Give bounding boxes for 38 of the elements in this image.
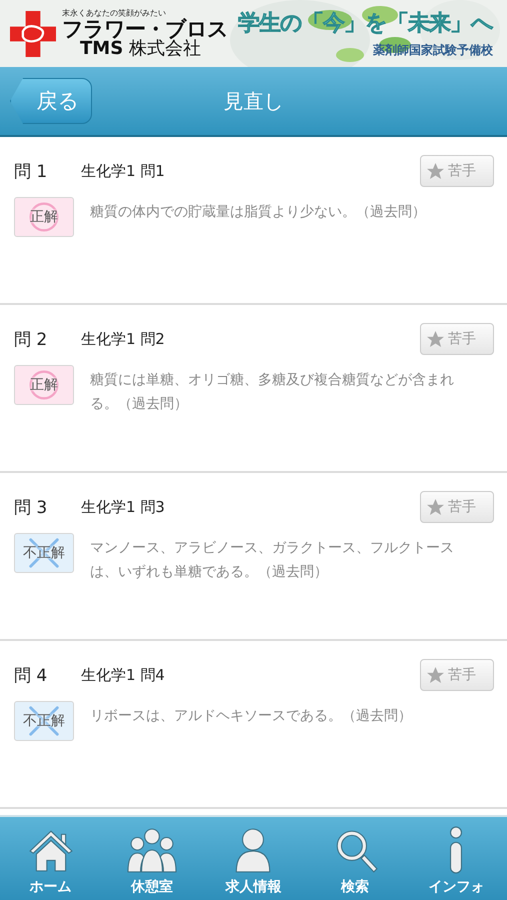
weak-button[interactable]: 苦手 [420, 323, 494, 355]
question-number: 問 3 [14, 496, 48, 518]
screen-title: 見直し [224, 88, 284, 114]
question-category: 生化学1 問2 [81, 330, 166, 348]
tagline: 末永くあなたの笑顔がみたい [62, 10, 166, 18]
tab-item[interactable]: ホーム [6, 826, 96, 896]
star-icon [427, 331, 444, 347]
incorrect-stamp: 不正解 [14, 533, 74, 573]
star-icon [427, 667, 444, 683]
brand-name: TMS [80, 40, 124, 58]
question-text: リボースは、アルドヘキソースである。（過去問） [90, 707, 413, 726]
tab-item[interactable]: インフォ [411, 826, 502, 896]
weak-button[interactable]: 苦手 [420, 155, 494, 187]
company-type: 株式会社 [129, 40, 202, 58]
question-number: 問 4 [14, 664, 48, 686]
star-icon [427, 163, 444, 179]
people-icon [126, 826, 178, 874]
question-category: 生化学1 問1 [81, 162, 166, 180]
back-button[interactable]: 戻る [10, 78, 92, 124]
question-number: 問 1 [14, 160, 48, 182]
question-text: 糖質の体内での貯蔵量は脂質より少ない。（過去問） [90, 203, 427, 222]
question-category: 生化学1 問4 [81, 666, 166, 684]
question-number: 問 2 [14, 328, 48, 350]
weak-button[interactable]: 苦手 [420, 491, 494, 523]
tab-item[interactable]: 休憩室 [107, 826, 198, 896]
tab-item[interactable]: 検索 [310, 826, 400, 896]
correct-stamp: 正解 [14, 197, 74, 237]
tab-item[interactable]: 求人情報 [208, 826, 298, 896]
correct-stamp: 正解 [14, 365, 74, 405]
star-icon [427, 499, 444, 515]
incorrect-stamp: 不正解 [14, 701, 74, 741]
info-icon [449, 826, 464, 874]
question-text: マンノース、アラビノース、ガラクトース、フルクトースは、いずれも単糖である。（過去問） [90, 539, 455, 582]
company-name: フラワー・ブロス [62, 19, 228, 40]
cross-logo-icon [10, 10, 56, 56]
question-category: 生化学1 問3 [81, 498, 166, 516]
weak-button[interactable]: 苦手 [420, 659, 494, 691]
question-text: 糖質には単糖、オリゴ糖、多糖及び複合糖質などが含まれる。（過去問） [90, 371, 455, 414]
